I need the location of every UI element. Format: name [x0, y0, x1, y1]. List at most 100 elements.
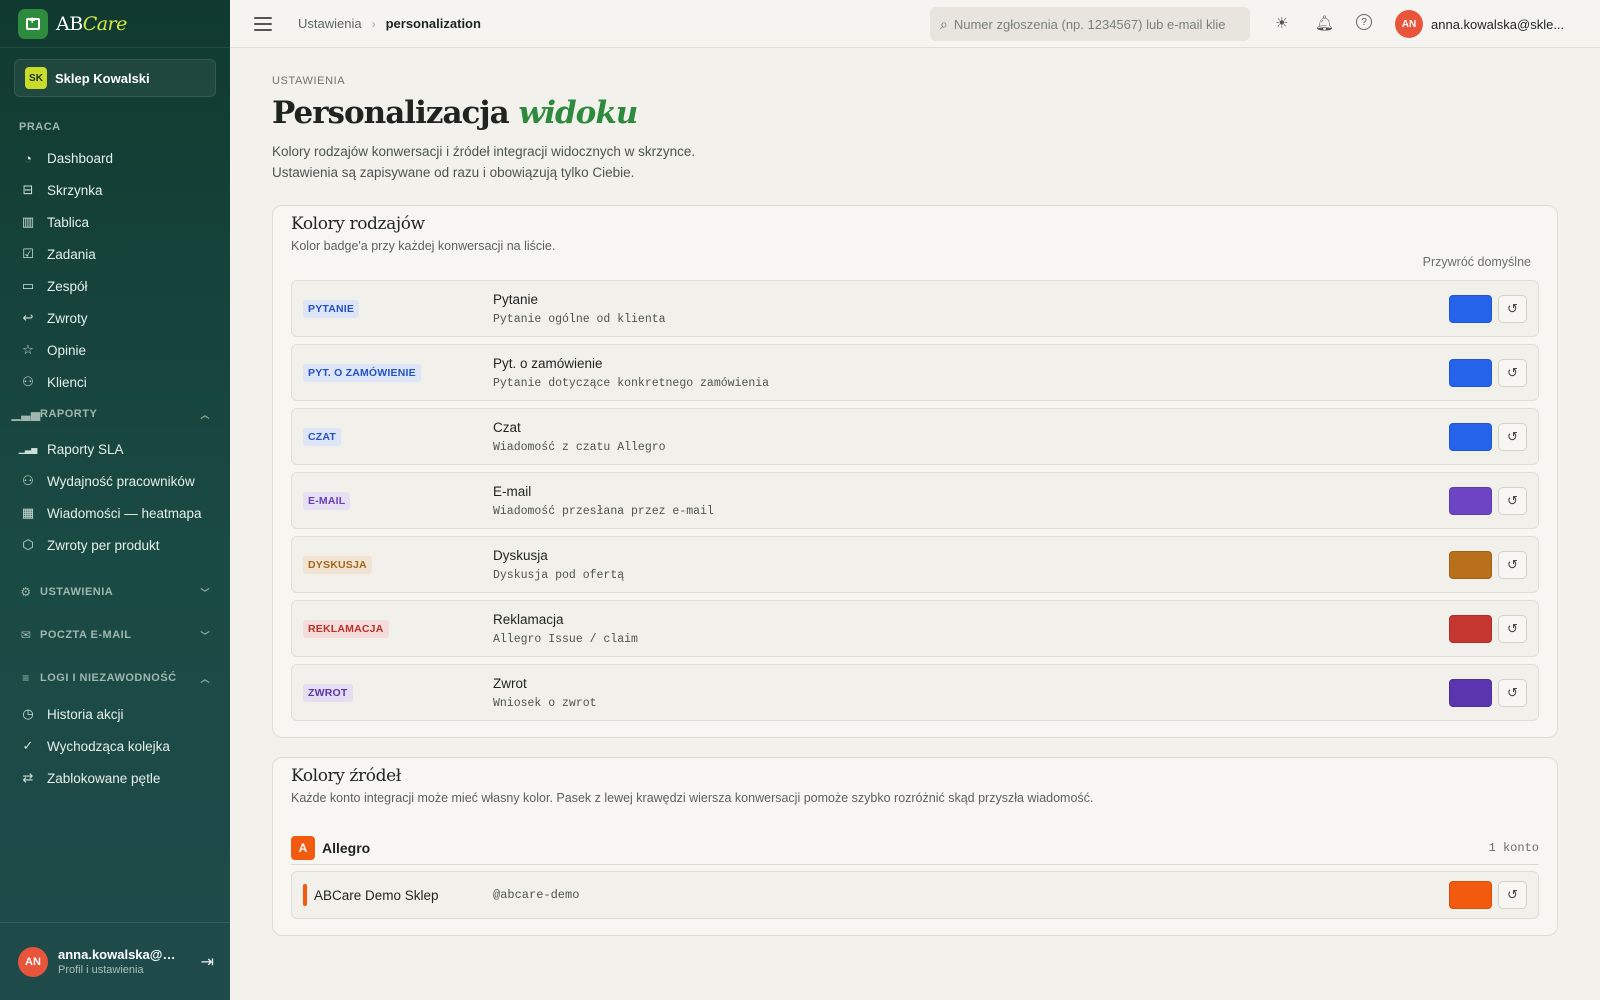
sidebar-item-label: Skrzynka [47, 182, 103, 198]
reset-color-button[interactable]: ↺ [1498, 422, 1527, 451]
source-account-count: 1 konto [1488, 840, 1539, 855]
sidebar-item-label: Klienci [47, 374, 87, 390]
reset-color-button[interactable]: ↺ [1498, 294, 1527, 323]
sidebar-item[interactable]: ▥ Tablica [0, 206, 230, 238]
reset-color-button[interactable]: ↺ [1498, 881, 1527, 909]
color-swatch[interactable] [1449, 486, 1492, 515]
bell-icon[interactable]: 🔔︎ [1315, 14, 1334, 32]
reset-color-button[interactable]: ↺ [1498, 550, 1527, 579]
card-subtitle: Każde konto integracji może mieć własny … [291, 791, 1094, 805]
help-icon[interactable]: ? [1356, 14, 1372, 30]
profile-name: anna.kowalska@s... [58, 947, 178, 962]
nav-section-raporty[interactable]: ▁▃▅ RAPORTY ︿ [0, 407, 230, 421]
reset-icon: ↺ [1507, 887, 1518, 902]
type-row: REKLAMACJA Reklamacja Allegro Issue / clai… [291, 600, 1539, 657]
menu-icon[interactable] [254, 16, 272, 31]
type-row: ZWROT Zwrot Wniosek o zwrot ↺ [291, 664, 1539, 721]
user-menu[interactable]: AN anna.kowalska@skle... [1395, 10, 1571, 38]
type-description: Pytanie ogólne od klienta [493, 312, 666, 326]
nav-list-logi: ◷ Historia akcji ✓ Wychodząca kolejka ⇄ Zablo… [0, 698, 230, 794]
sidebar-item[interactable]: ☆ Opinie [0, 334, 230, 366]
search-icon: ⌕ [940, 15, 948, 32]
color-swatch[interactable] [1449, 294, 1492, 323]
type-description: Pytanie dotyczące konkretnego zamówienia [493, 376, 770, 390]
sidebar-item[interactable]: ◔ Dashboard [0, 142, 230, 174]
check-circle-icon: ✓ [22, 738, 34, 753]
sidebar-item[interactable]: ↩ Zwroty [0, 302, 230, 334]
type-rows: PYTANIE Pytanie Pytanie ogólne od klienta ↺… [291, 280, 1539, 721]
brand-logo-icon [18, 8, 48, 39]
color-swatch[interactable] [1449, 550, 1492, 579]
returns-icon: ↩ [22, 310, 34, 325]
nav-section-poczta[interactable]: ✉ POCZTA E-MAIL ﹀ [0, 628, 230, 642]
tasks-icon: ☑ [22, 246, 34, 261]
type-label: Czat [493, 419, 521, 435]
sidebar-item[interactable]: ⊟ Skrzynka [0, 174, 230, 206]
sidebar: ABCare SK Sklep Kowalski PRACA ◔ Dashboar… [0, 0, 230, 1000]
sidebar-item-label: Zablokowane pętle [47, 770, 161, 786]
reset-color-button[interactable]: ↺ [1498, 358, 1527, 387]
color-swatch[interactable] [1449, 422, 1492, 451]
sidebar-item-label: Historia akcji [47, 706, 124, 722]
breadcrumb-parent[interactable]: Ustawienia [298, 16, 362, 31]
package-icon: ⬡ [22, 537, 34, 552]
topbar: Ustawienia › personalization ⌕ ☀ 🔔︎ ? AN… [230, 0, 1600, 48]
search-input[interactable] [953, 16, 1234, 32]
type-description: Wiadomość z czatu Allegro [493, 440, 666, 454]
chevron-up-icon: ︿ [200, 409, 210, 420]
profile-subtitle: Profil i ustawienia [58, 964, 144, 976]
reset-icon: ↺ [1507, 492, 1518, 508]
nav-section-ustawienia[interactable]: ⚙ USTAWIENIA ﹀ [0, 585, 230, 599]
type-description: Dyskusja pod ofertą [493, 568, 625, 582]
reset-defaults-button[interactable]: Przywróć domyślne [291, 255, 1531, 269]
gear-icon: ⚙ [20, 585, 32, 599]
sidebar-item[interactable]: ⚇ Klienci [0, 366, 230, 398]
sidebar-item[interactable]: ☑ Zadania [0, 238, 230, 270]
reset-color-button[interactable]: ↺ [1498, 486, 1527, 515]
nav-list-raporty: ▁▃▅ Raporty SLA ⚇ Wydajność pracowników ▦ Wia… [0, 433, 230, 561]
sidebar-item[interactable]: ▁▃▅ Raporty SLA [0, 433, 230, 465]
color-swatch[interactable] [1449, 358, 1492, 387]
source-header: A Allegro 1 konto [291, 831, 1539, 865]
type-badge: REKLAMACJA [303, 619, 389, 638]
board-icon: ▥ [21, 214, 35, 229]
reset-color-button[interactable]: ↺ [1498, 678, 1527, 707]
sidebar-item[interactable]: ✓ Wychodząca kolejka [0, 730, 230, 762]
search-box[interactable]: ⌕ [930, 7, 1250, 41]
sidebar-item[interactable]: ⚇ Wydajność pracowników [0, 465, 230, 497]
chevron-up-icon: ︿ [200, 673, 210, 684]
sidebar-item[interactable]: ⇄ Zablokowane pętle [0, 762, 230, 794]
type-label: Reklamacja [493, 611, 564, 627]
avatar: AN [18, 946, 48, 977]
type-label: Pytanie [493, 291, 539, 307]
shop-selector[interactable]: SK Sklep Kowalski [14, 59, 216, 97]
type-row: PYTANIE Pytanie Pytanie ogólne od klienta ↺ [291, 280, 1539, 337]
sidebar-item[interactable]: ⬡ Zwroty per produkt [0, 529, 230, 561]
color-swatch[interactable] [1449, 678, 1492, 707]
logout-icon[interactable]: ⇥ [201, 952, 214, 972]
profile-footer[interactable]: AN anna.kowalska@s... Profil i ustawieni… [0, 922, 230, 1000]
type-description: Wiadomość przesłana przez e-mail [493, 504, 714, 518]
sidebar-item[interactable]: ▦ Wiadomości — heatmapa [0, 497, 230, 529]
sidebar-item[interactable]: ◷ Historia akcji [0, 698, 230, 730]
card-title: Kolory rodzajów [291, 214, 425, 234]
nav-list-praca: ◔ Dashboard ⊟ Skrzynka ▥ Tablica ☑ Zadania ▭ Zesp… [0, 142, 230, 398]
chevron-down-icon: ﹀ [200, 630, 210, 641]
reset-icon: ↺ [1507, 684, 1518, 700]
sidebar-item[interactable]: ▭ Zespół [0, 270, 230, 302]
brand-name: ABCare [56, 12, 127, 35]
reset-icon: ↺ [1507, 620, 1518, 636]
clients-icon: ⚇ [22, 374, 34, 389]
color-swatch[interactable] [1449, 881, 1492, 909]
theme-toggle-icon[interactable]: ☀ [1275, 14, 1288, 32]
star-icon: ☆ [22, 342, 34, 357]
reset-color-button[interactable]: ↺ [1498, 614, 1527, 643]
bar-chart-icon: ▁▃▅ [11, 407, 41, 421]
nav-section-logi[interactable]: ≡ LOGI I NIEZAWODNOŚĆ ︿ [0, 671, 230, 685]
dashboard-icon: ◔ [24, 150, 32, 166]
sidebar-item-label: Raporty SLA [47, 441, 124, 457]
type-badge: PYTANIE [303, 299, 360, 318]
type-label: Pyt. o zamówienie [493, 355, 603, 371]
color-swatch[interactable] [1449, 614, 1492, 643]
brand[interactable]: ABCare [0, 0, 230, 48]
